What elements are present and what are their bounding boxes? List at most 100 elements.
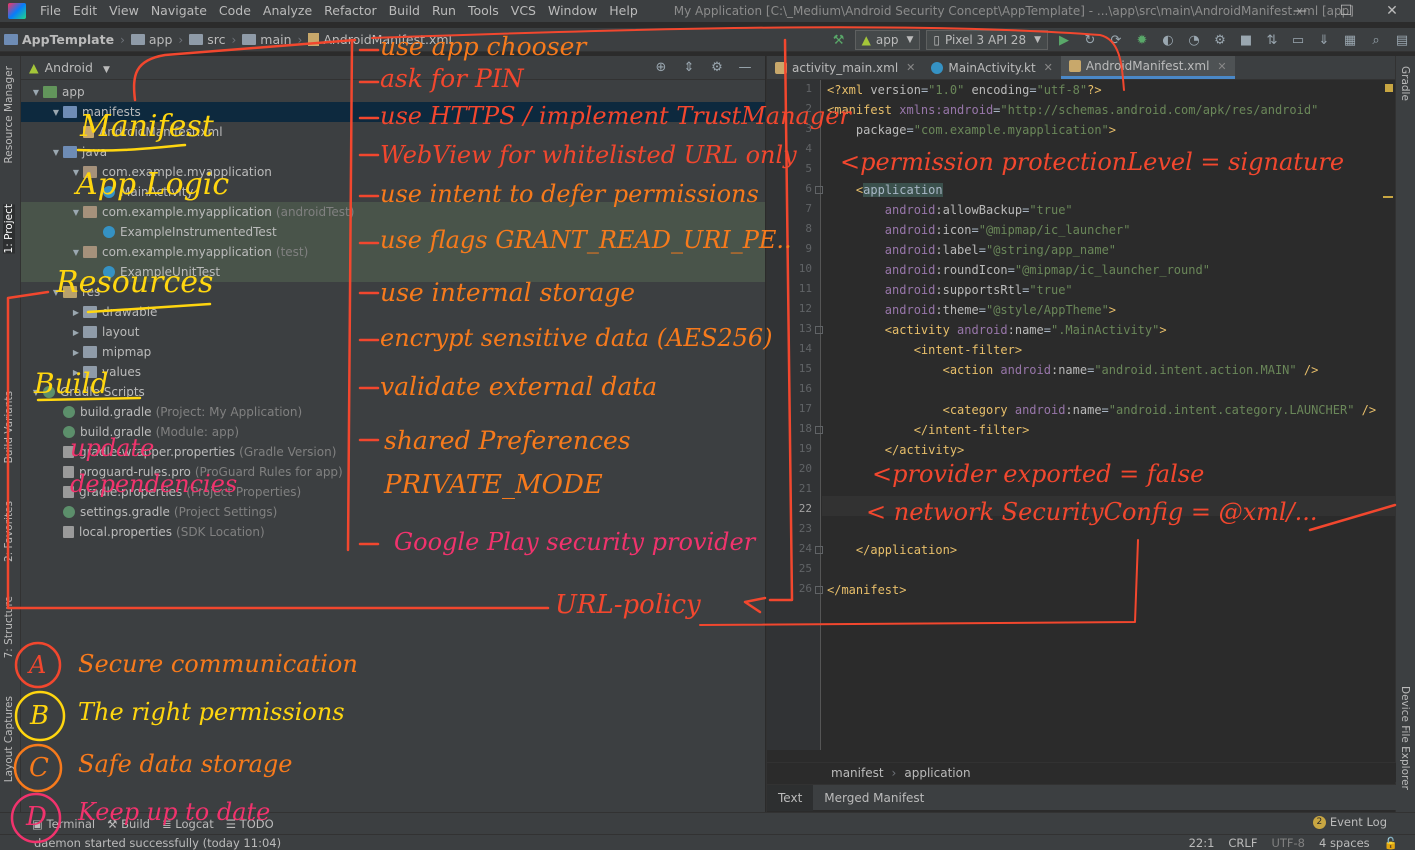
- breadcrumb-app[interactable]: app: [127, 32, 177, 47]
- fold-icon[interactable]: [815, 546, 823, 554]
- code-area[interactable]: <?xml version="1.0" encoding="utf-8"?> <m…: [827, 80, 1387, 750]
- code-line[interactable]: <intent-filter>: [827, 340, 1022, 360]
- sdk-manager-icon[interactable]: ⇓: [1311, 29, 1337, 51]
- chevron-right-icon[interactable]: ▶: [69, 348, 83, 357]
- chevron-right-icon[interactable]: ▶: [69, 328, 83, 337]
- lock-icon[interactable]: 🔓: [1377, 836, 1405, 850]
- minimize-button[interactable]: —: [1277, 0, 1323, 22]
- tab-logcat[interactable]: ≣ Logcat: [156, 817, 220, 831]
- menu-view[interactable]: View: [103, 0, 145, 22]
- tree-item[interactable]: ▶ drawable: [21, 302, 765, 322]
- tree-item[interactable]: ▼ manifests: [21, 102, 765, 122]
- event-log-button[interactable]: 2 Event Log: [1312, 815, 1387, 829]
- close-icon[interactable]: ✕: [1044, 61, 1053, 74]
- run-config-select[interactable]: ▲ app ▼: [854, 30, 921, 50]
- hide-panel-icon[interactable]: —: [731, 58, 759, 78]
- tab-structure[interactable]: 7: Structure: [3, 596, 15, 658]
- tree-item[interactable]: proguard-rules.pro (ProGuard Rules for ap…: [21, 462, 765, 482]
- code-line[interactable]: <activity android:name=".MainActivity">: [827, 320, 1167, 340]
- tree-item[interactable]: ExampleUnitTest: [21, 262, 765, 282]
- menu-analyze[interactable]: Analyze: [257, 0, 318, 22]
- menu-refactor[interactable]: Refactor: [318, 0, 382, 22]
- menu-edit[interactable]: Edit: [67, 0, 103, 22]
- tab-device-file-explorer[interactable]: Device File Explorer: [1399, 686, 1411, 790]
- debug-icon[interactable]: ✹: [1129, 29, 1155, 51]
- tab-text[interactable]: Text: [767, 784, 814, 811]
- tree-item[interactable]: ▶ layout: [21, 322, 765, 342]
- menu-run[interactable]: Run: [426, 0, 462, 22]
- code-line[interactable]: package="com.example.myapplication">: [827, 120, 1116, 140]
- coverage-icon[interactable]: ◐: [1155, 29, 1181, 51]
- stop-icon[interactable]: ■: [1233, 29, 1259, 51]
- tree-item[interactable]: local.properties (SDK Location): [21, 522, 765, 542]
- menu-vcs[interactable]: VCS: [505, 0, 542, 22]
- breadcrumb-main[interactable]: main: [238, 32, 295, 47]
- code-line[interactable]: <manifest xmlns:android="http://schemas.…: [827, 100, 1318, 120]
- tab-favorites[interactable]: 2: Favorites: [3, 501, 15, 562]
- locate-target-icon[interactable]: ⊕: [647, 58, 675, 78]
- tab-activity-main-xml[interactable]: activity_main.xml ✕: [767, 56, 923, 79]
- apply-changes-icon[interactable]: ↻: [1077, 29, 1103, 51]
- tree-item[interactable]: build.gradle (Project: My Application): [21, 402, 765, 422]
- menu-navigate[interactable]: Navigate: [145, 0, 213, 22]
- close-icon[interactable]: ✕: [906, 61, 915, 74]
- chevron-down-icon[interactable]: ▼: [49, 288, 63, 297]
- tree-item[interactable]: gradle-wrapper.properties (Gradle Version…: [21, 442, 765, 462]
- menu-file[interactable]: File: [34, 0, 67, 22]
- tree-item[interactable]: MainActivity: [21, 182, 765, 202]
- tree-item[interactable]: ▶ values: [21, 362, 765, 382]
- code-line[interactable]: </application>: [827, 540, 957, 560]
- code-line[interactable]: </activity>: [827, 440, 964, 460]
- chevron-right-icon[interactable]: ▶: [69, 368, 83, 377]
- breadcrumb-file[interactable]: AndroidManifest.xml: [304, 32, 456, 47]
- breadcrumb-manifest[interactable]: manifest: [831, 766, 884, 780]
- menu-tools[interactable]: Tools: [462, 0, 505, 22]
- project-structure-icon[interactable]: ▤: [1389, 29, 1415, 51]
- chevron-down-icon[interactable]: ▼: [49, 148, 63, 157]
- tree-item[interactable]: ▼ com.example.myapplication: [21, 162, 765, 182]
- close-icon[interactable]: ✕: [1217, 60, 1226, 73]
- tree-item[interactable]: AndroidManifest.xml: [21, 122, 765, 142]
- code-line[interactable]: android:icon="@mipmap/ic_launcher": [827, 220, 1131, 240]
- tab-build-variants[interactable]: Build Variants: [3, 391, 15, 463]
- inspection-status-marker[interactable]: [1385, 84, 1393, 92]
- fold-icon[interactable]: [815, 426, 823, 434]
- search-icon[interactable]: ⌕: [1363, 29, 1389, 51]
- tree-item[interactable]: gradle.properties (Project Properties): [21, 482, 765, 502]
- tab-android-manifest-xml[interactable]: AndroidManifest.xml ✕: [1060, 56, 1235, 79]
- chevron-down-icon[interactable]: ▼: [69, 248, 83, 257]
- device-select[interactable]: ▯ Pixel 3 API 28 ▼: [926, 30, 1048, 50]
- tree-item[interactable]: ▶ mipmap: [21, 342, 765, 362]
- tab-layout-captures[interactable]: Layout Captures: [3, 696, 15, 782]
- collapse-all-icon[interactable]: ⇕: [675, 58, 703, 78]
- breadcrumb-src[interactable]: src: [185, 32, 229, 47]
- code-line[interactable]: android:label="@string/app_name": [827, 240, 1116, 260]
- tree-item[interactable]: ▼ com.example.myapplication (androidTest): [21, 202, 765, 222]
- code-line[interactable]: <action android:name="android.intent.act…: [827, 360, 1319, 380]
- code-line[interactable]: <category android:name="android.intent.c…: [827, 400, 1377, 420]
- tab-merged-manifest[interactable]: Merged Manifest: [813, 785, 935, 811]
- sync-gradle-icon[interactable]: ⇅: [1259, 29, 1285, 51]
- fold-icon[interactable]: [815, 186, 823, 194]
- file-encoding[interactable]: UTF-8: [1264, 836, 1312, 850]
- close-window-button[interactable]: ✕: [1369, 0, 1415, 22]
- code-line[interactable]: <?xml version="1.0" encoding="utf-8"?>: [827, 80, 1102, 100]
- status-message[interactable]: daemon started successfully (today 11:04…: [34, 836, 281, 850]
- chevron-down-icon[interactable]: ▼: [49, 108, 63, 117]
- breadcrumb-application[interactable]: application: [904, 766, 970, 780]
- tree-item[interactable]: ▼ Gradle Scripts: [21, 382, 765, 402]
- tab-terminal[interactable]: ▣ Terminal: [26, 817, 101, 831]
- attach-debugger-icon[interactable]: ⚙: [1207, 29, 1233, 51]
- tree-item[interactable]: ▼ com.example.myapplication (test): [21, 242, 765, 262]
- avd-manager-icon[interactable]: ▭: [1285, 29, 1311, 51]
- code-line[interactable]: <application: [827, 180, 943, 200]
- code-line[interactable]: android:supportsRtl="true": [827, 280, 1073, 300]
- tab-main-activity-kt[interactable]: MainActivity.kt ✕: [923, 56, 1061, 79]
- chevron-down-icon[interactable]: ▼: [69, 208, 83, 217]
- code-line[interactable]: android:allowBackup="true": [827, 200, 1073, 220]
- tree-item[interactable]: ▼ app: [21, 82, 765, 102]
- run-icon[interactable]: ▶: [1051, 29, 1077, 51]
- code-line[interactable]: </intent-filter>: [827, 420, 1030, 440]
- chevron-down-icon[interactable]: ▼: [69, 168, 83, 177]
- fold-icon[interactable]: [815, 586, 823, 594]
